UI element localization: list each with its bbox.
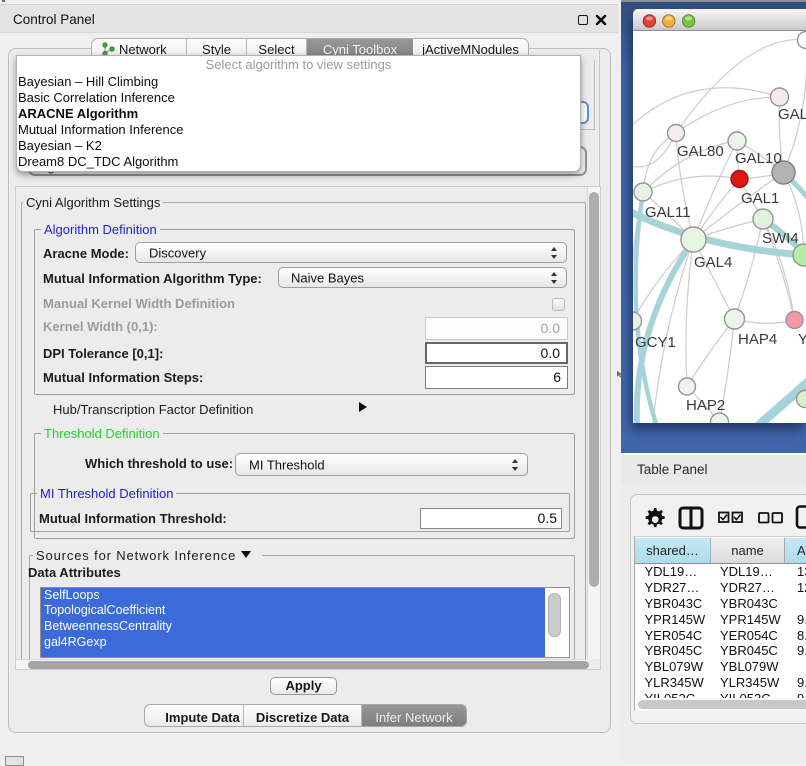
svg-text:GAL10: GAL10 — [735, 150, 782, 167]
svg-text:SWI4: SWI4 — [762, 230, 799, 247]
svg-text:GCY1: GCY1 — [635, 334, 676, 351]
svg-text:GAL11: GAL11 — [645, 204, 691, 221]
svg-text:HAP2: HAP2 — [686, 397, 725, 414]
svg-text:GAL4: GAL4 — [694, 254, 732, 271]
svg-text:YD: YD — [798, 331, 806, 348]
svg-text:GAL80: GAL80 — [677, 143, 724, 160]
svg-text:GAL7: GAL7 — [778, 106, 806, 123]
svg-text:GAL1: GAL1 — [741, 190, 779, 207]
svg-text:HAP4: HAP4 — [738, 331, 777, 348]
